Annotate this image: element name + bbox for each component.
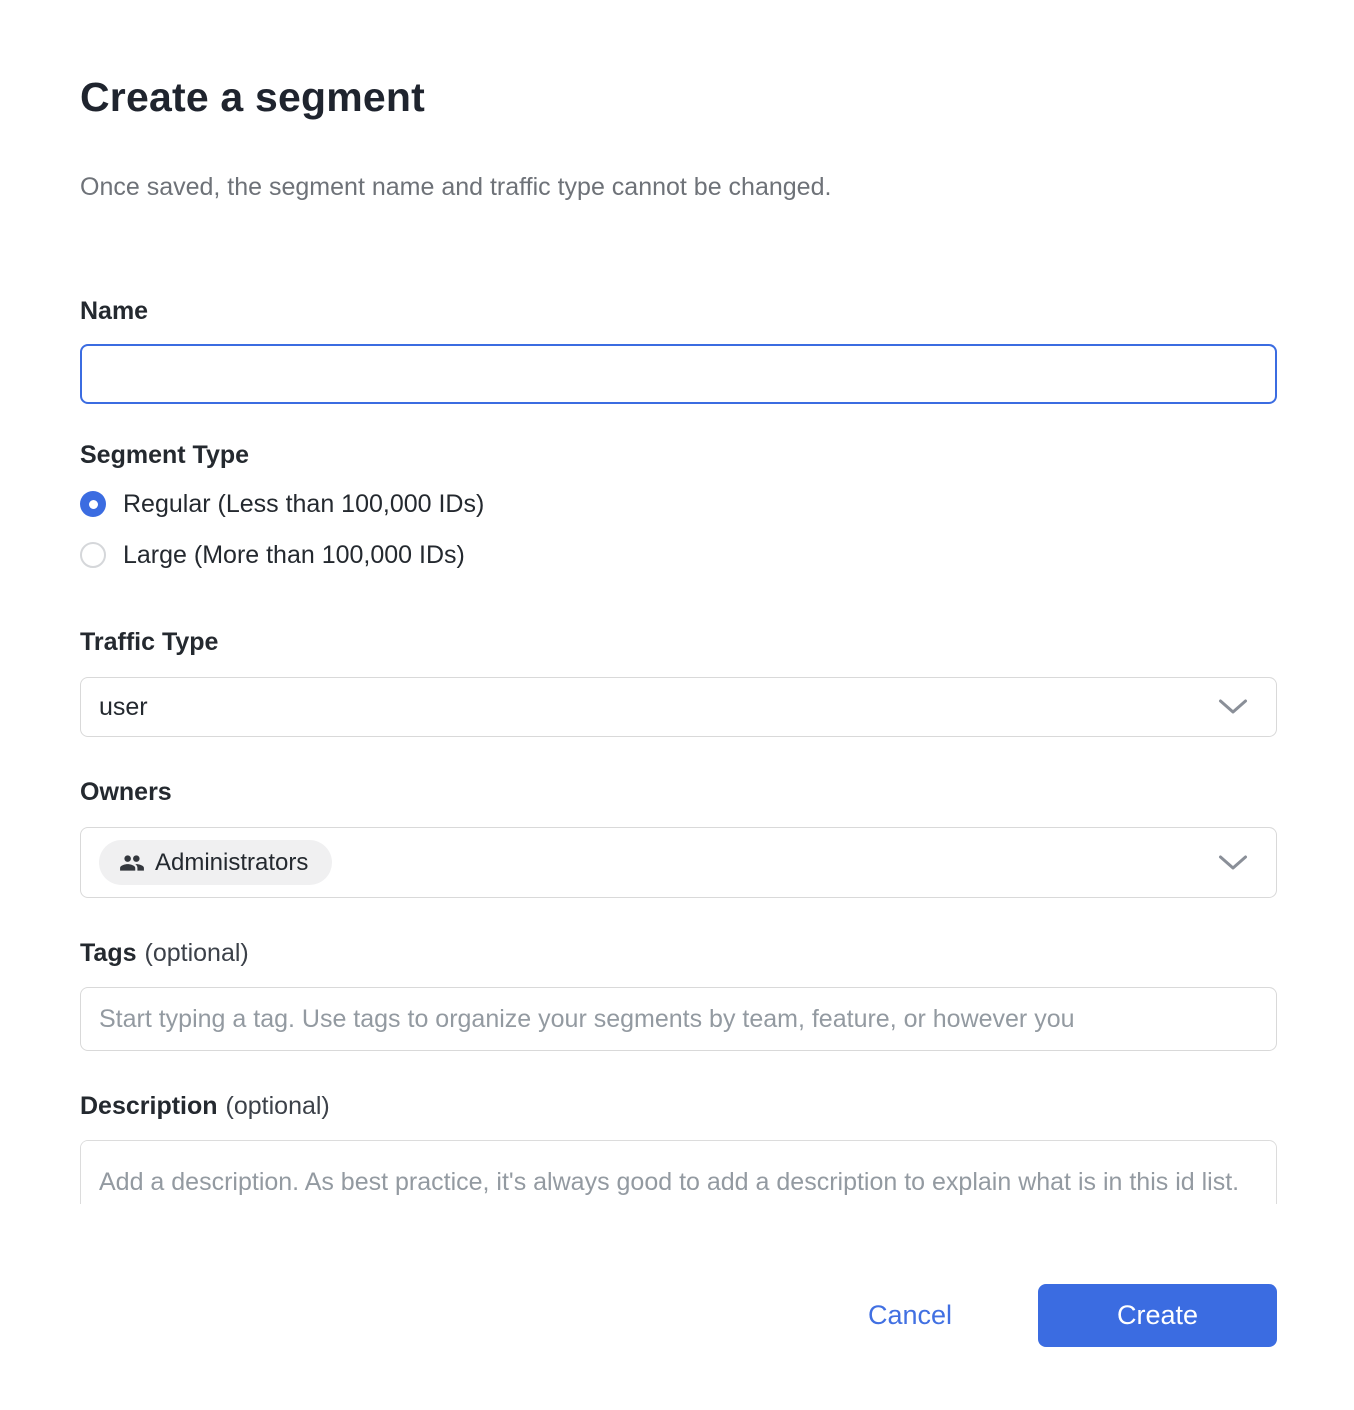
tags-input[interactable] — [80, 987, 1277, 1051]
create-segment-dialog: Create a segment Once saved, the segment… — [0, 0, 1354, 1410]
radio-option-regular[interactable]: Regular (Less than 100,000 IDs) — [80, 490, 1277, 518]
traffic-type-label: Traffic Type — [80, 627, 1277, 657]
owner-chip-label: Administrators — [155, 849, 308, 877]
owner-chip-administrators[interactable]: Administrators — [99, 840, 332, 885]
dialog-title: Create a segment — [80, 72, 1277, 122]
tags-label: Tags (optional) — [80, 938, 1277, 968]
segment-type-label: Segment Type — [80, 440, 1277, 470]
description-textarea[interactable] — [81, 1141, 1276, 1204]
cancel-button[interactable]: Cancel — [868, 1300, 952, 1331]
radio-unselected-icon[interactable] — [80, 542, 106, 568]
name-label: Name — [80, 296, 1277, 326]
dialog-footer: Cancel Create — [80, 1284, 1277, 1347]
description-label: Description (optional) — [80, 1091, 1277, 1121]
traffic-type-value: user — [99, 693, 148, 722]
name-input[interactable] — [80, 344, 1277, 404]
description-textarea-clip — [80, 1140, 1277, 1204]
owners-select[interactable]: Administrators — [80, 827, 1277, 898]
people-icon — [119, 850, 145, 876]
radio-option-large-label: Large (More than 100,000 IDs) — [123, 541, 465, 570]
chevron-down-icon — [1218, 854, 1248, 871]
tags-optional-text: (optional) — [145, 939, 249, 967]
dialog-subtitle: Once saved, the segment name and traffic… — [80, 172, 1277, 202]
owners-label: Owners — [80, 777, 1277, 807]
segment-type-radio-group: Regular (Less than 100,000 IDs) Large (M… — [80, 490, 1277, 569]
create-button[interactable]: Create — [1038, 1284, 1277, 1347]
radio-selected-icon[interactable] — [80, 491, 106, 517]
radio-option-large[interactable]: Large (More than 100,000 IDs) — [80, 541, 1277, 569]
chevron-down-icon — [1218, 699, 1248, 716]
description-label-text: Description — [80, 1092, 218, 1120]
description-optional-text: (optional) — [226, 1092, 330, 1120]
radio-option-regular-label: Regular (Less than 100,000 IDs) — [123, 490, 484, 519]
tags-label-text: Tags — [80, 939, 137, 967]
traffic-type-select[interactable]: user — [80, 677, 1277, 737]
